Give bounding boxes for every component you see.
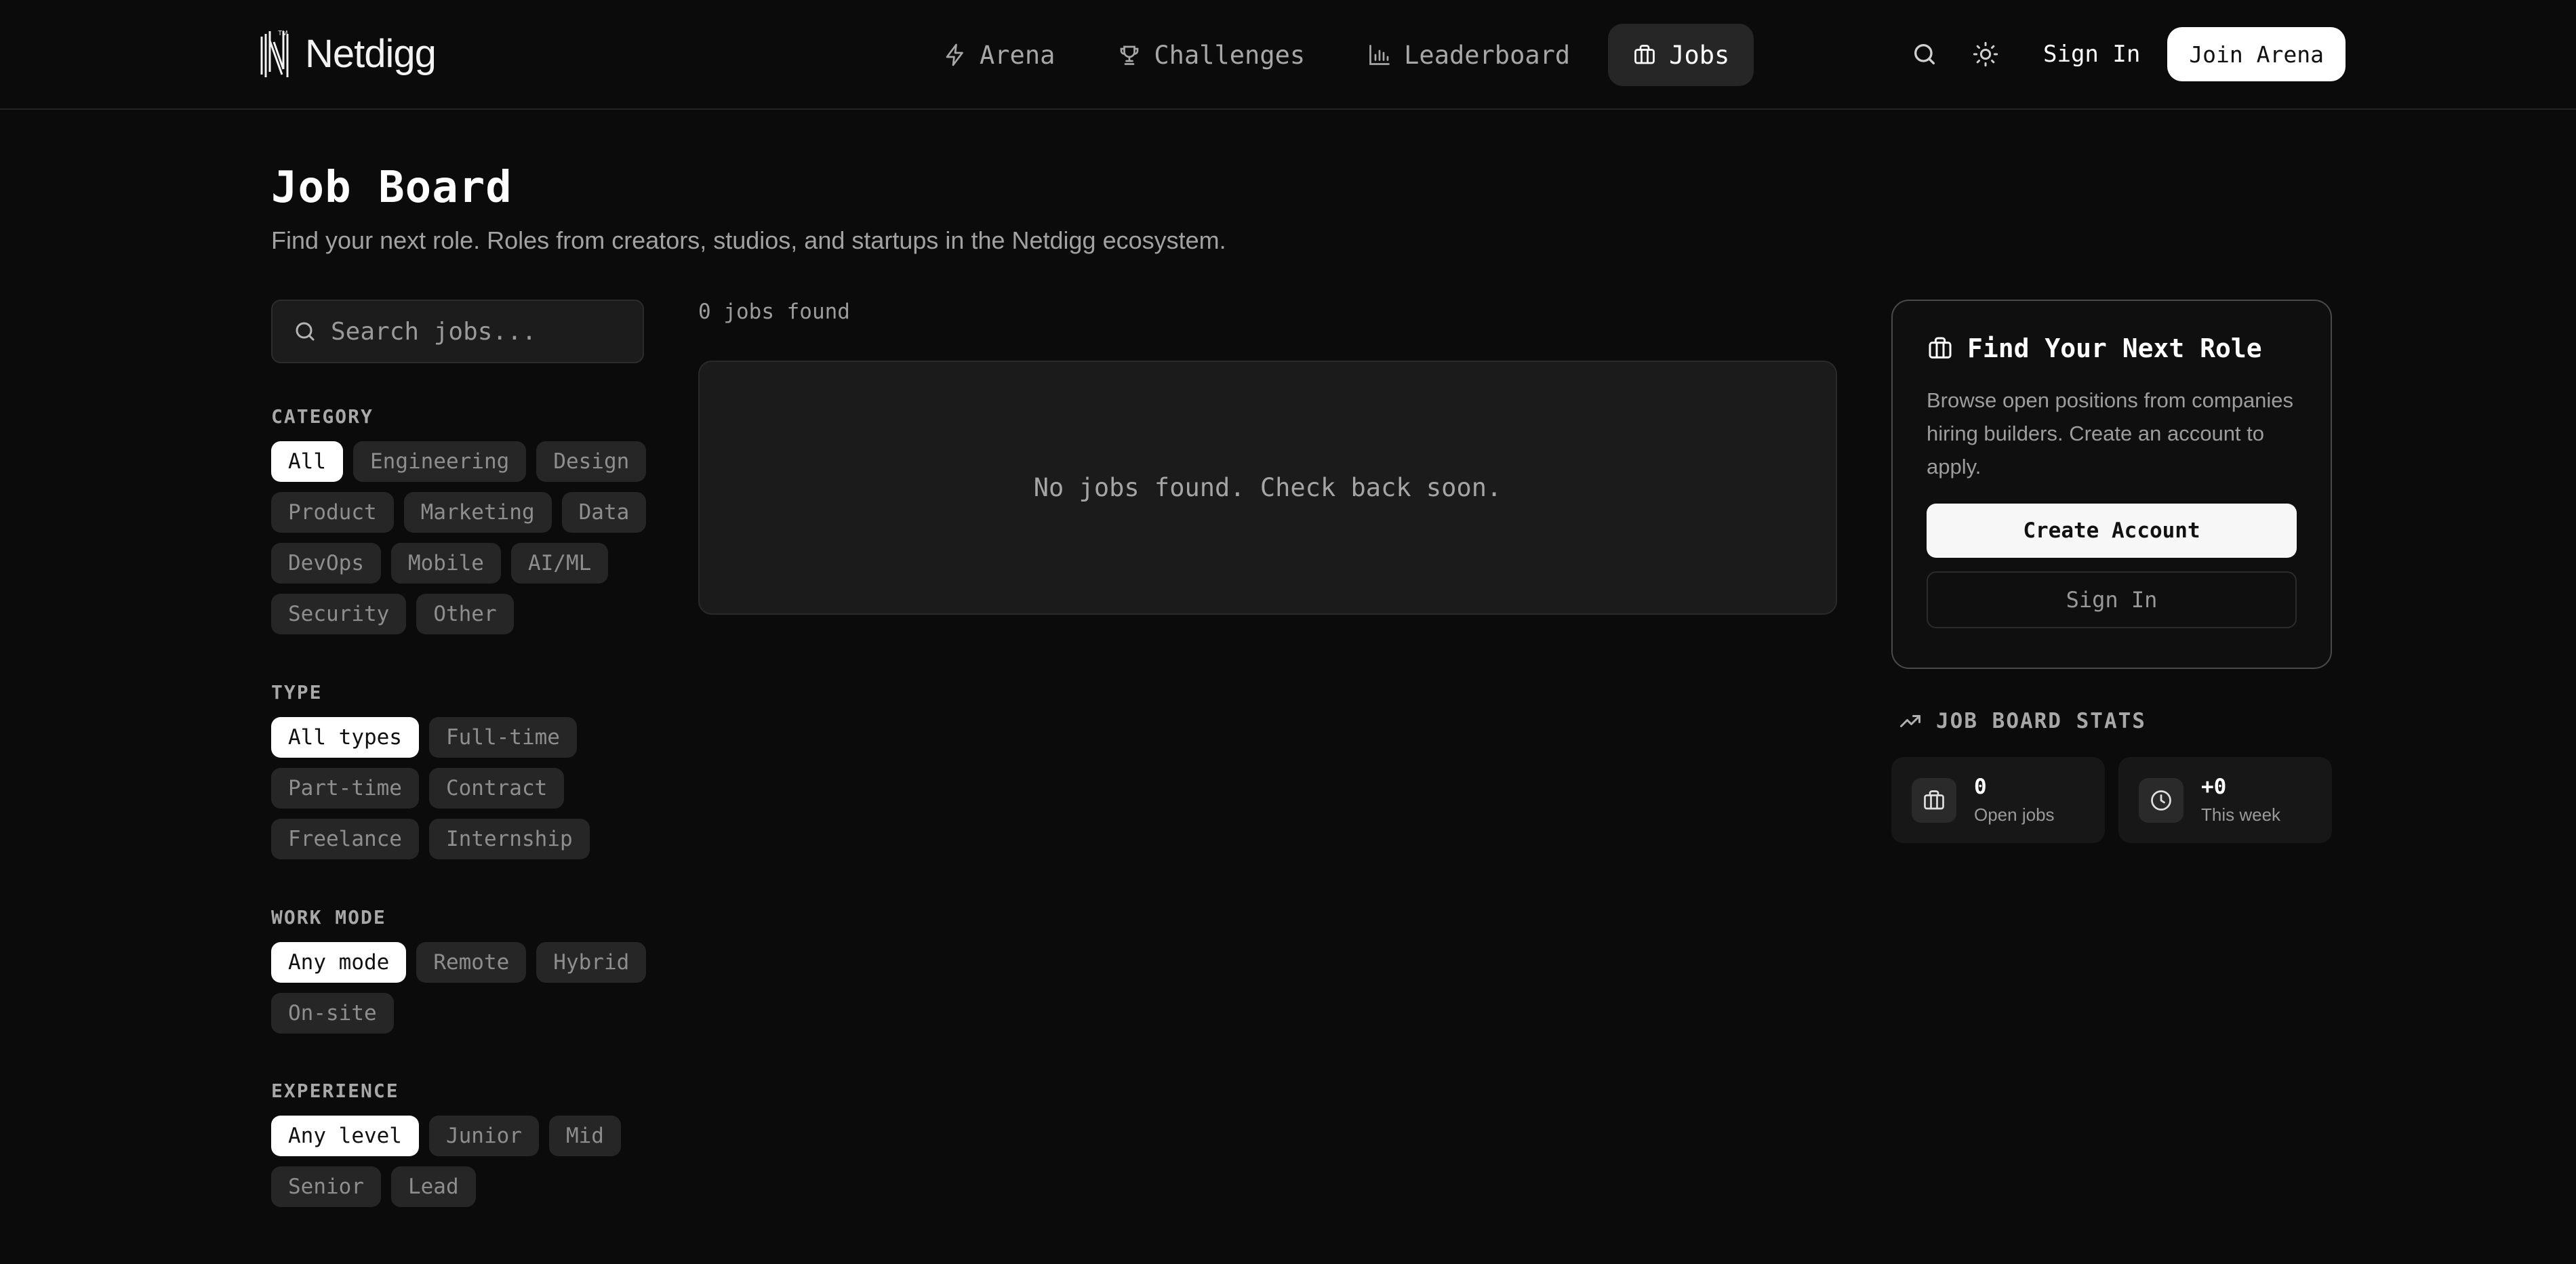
stat-icon-box xyxy=(1912,777,1956,823)
page-title: Job Board xyxy=(271,163,512,213)
type-chip-full-time[interactable]: Full-time xyxy=(428,717,577,758)
join-arena-button[interactable]: Join Arena xyxy=(2167,27,2346,81)
card-sign-in-button[interactable]: Sign In xyxy=(1927,571,2297,628)
logo[interactable]: TM Netdigg xyxy=(259,27,437,80)
this-week-value: +0 xyxy=(2201,775,2227,799)
empty-message: No jobs found. Check back soon. xyxy=(1033,473,1502,502)
category-chip-engineering[interactable]: Engineering xyxy=(353,441,527,482)
work-mode-filter: WORK MODE Any mode Remote Hybrid On-site xyxy=(271,906,651,1034)
experience-chips: Any level Junior Mid Senior Lead xyxy=(271,1116,651,1207)
svg-text:TM: TM xyxy=(278,30,287,37)
type-chip-part-time[interactable]: Part-time xyxy=(271,768,419,809)
category-chip-security[interactable]: Security xyxy=(271,594,407,634)
nav-challenges[interactable]: Challenges xyxy=(1093,24,1329,86)
category-chip-product[interactable]: Product xyxy=(271,492,394,533)
search-icon xyxy=(296,322,315,341)
stat-text: 0 Open jobs xyxy=(1974,775,2055,825)
page-subtitle: Find your next role. Roles from creators… xyxy=(271,226,1226,254)
search-box[interactable] xyxy=(271,300,644,363)
bar-chart-icon xyxy=(1369,45,1390,65)
work-mode-label: WORK MODE xyxy=(271,906,386,929)
type-chip-internship[interactable]: Internship xyxy=(428,819,590,859)
search-input[interactable] xyxy=(331,317,629,346)
search-button[interactable] xyxy=(1894,27,1955,81)
clock-icon xyxy=(2151,790,2171,811)
open-jobs-value: 0 xyxy=(1974,775,1987,799)
trending-up-icon xyxy=(1900,715,1920,727)
work-mode-chip-any-mode[interactable]: Any mode xyxy=(271,942,407,983)
category-chip-design[interactable]: Design xyxy=(536,441,647,482)
stat-text: +0 This week xyxy=(2201,775,2280,825)
nav-leaderboard[interactable]: Leaderboard xyxy=(1343,24,1594,86)
category-chip-other[interactable]: Other xyxy=(416,594,514,634)
card-description: Browse open positions from companies hir… xyxy=(1927,388,2294,478)
nav-jobs[interactable]: Jobs xyxy=(1608,24,1754,86)
jobs-count: 0 jobs found xyxy=(698,300,850,324)
trophy-icon xyxy=(1121,45,1139,65)
category-chips: All Engineering Design Product Marketing Data… xyxy=(271,441,651,634)
type-chips: All types Full-time Part-time Contract Freel… xyxy=(271,717,651,859)
experience-label: EXPERIENCE xyxy=(271,1080,399,1102)
top-navbar: TM Netdigg Arena Challenges Leaderboard … xyxy=(0,0,2576,110)
type-chip-freelance[interactable]: Freelance xyxy=(271,819,419,859)
this-week-label: This week xyxy=(2201,804,2281,825)
type-label: TYPE xyxy=(271,681,323,704)
logo-text: Netdigg xyxy=(305,31,437,76)
category-chip-devops[interactable]: DevOps xyxy=(271,543,381,584)
briefcase-icon xyxy=(1924,790,1944,809)
category-chip-data[interactable]: Data xyxy=(561,492,647,533)
work-mode-chip-remote[interactable]: Remote xyxy=(416,942,527,983)
category-chip-all[interactable]: All xyxy=(271,441,343,482)
work-mode-chip-on-site[interactable]: On-site xyxy=(271,993,394,1034)
experience-chip-any-level[interactable]: Any level xyxy=(271,1116,419,1156)
type-filter: TYPE All types Full-time Part-time Contract… xyxy=(271,681,651,859)
sign-in-link[interactable]: Sign In xyxy=(2043,41,2140,68)
type-chip-contract[interactable]: Contract xyxy=(428,768,565,809)
open-jobs-label: Open jobs xyxy=(1974,804,2055,825)
category-label: CATEGORY xyxy=(271,405,374,428)
empty-results: No jobs found. Check back soon. xyxy=(698,361,1837,615)
header-actions: Sign In Join Arena xyxy=(1894,27,2346,81)
stat-this-week: +0 This week xyxy=(2118,757,2332,843)
category-filter: CATEGORY All Engineering Design Product Mark… xyxy=(271,405,651,634)
main-nav: Arena Challenges Leaderboard Jobs xyxy=(919,24,1754,86)
experience-chip-senior[interactable]: Senior xyxy=(271,1166,381,1207)
experience-chip-lead[interactable]: Lead xyxy=(390,1166,476,1207)
search-icon xyxy=(1914,44,1935,65)
experience-chip-mid[interactable]: Mid xyxy=(548,1116,621,1156)
card-header: Find Your Next Role xyxy=(1927,333,2297,363)
stats-heading: JOB BOARD STATS xyxy=(1898,709,2146,733)
stat-icon-box xyxy=(2139,777,2183,823)
category-chip-mobile[interactable]: Mobile xyxy=(390,543,501,584)
work-mode-chip-hybrid[interactable]: Hybrid xyxy=(536,942,647,983)
category-chip-marketing[interactable]: Marketing xyxy=(403,492,552,533)
nav-arena-label: Arena xyxy=(980,40,1055,70)
experience-filter: EXPERIENCE Any level Junior Mid Senior Lead xyxy=(271,1080,651,1207)
sun-icon xyxy=(1973,41,1998,67)
nav-arena[interactable]: Arena xyxy=(919,24,1079,86)
stat-open-jobs: 0 Open jobs xyxy=(1891,757,2105,843)
work-mode-chips: Any mode Remote Hybrid On-site xyxy=(271,942,651,1034)
stats-title: JOB BOARD STATS xyxy=(1936,709,2146,733)
category-chip-ai-ml[interactable]: AI/ML xyxy=(510,543,609,584)
briefcase-icon xyxy=(1929,337,1952,359)
nav-leaderboard-label: Leaderboard xyxy=(1404,40,1571,70)
briefcase-icon xyxy=(1634,45,1655,64)
netdigg-logo-icon: TM xyxy=(260,30,289,77)
card-title: Find Your Next Role xyxy=(1967,333,2262,363)
experience-chip-junior[interactable]: Junior xyxy=(428,1116,539,1156)
theme-toggle[interactable] xyxy=(1955,27,2016,81)
nav-jobs-label: Jobs xyxy=(1669,40,1730,70)
lightning-icon xyxy=(946,43,963,66)
create-account-button[interactable]: Create Account xyxy=(1927,504,2297,558)
nav-challenges-label: Challenges xyxy=(1154,40,1306,70)
type-chip-all-types[interactable]: All types xyxy=(271,717,419,758)
find-role-card: Find Your Next Role Browse open position… xyxy=(1891,300,2332,669)
